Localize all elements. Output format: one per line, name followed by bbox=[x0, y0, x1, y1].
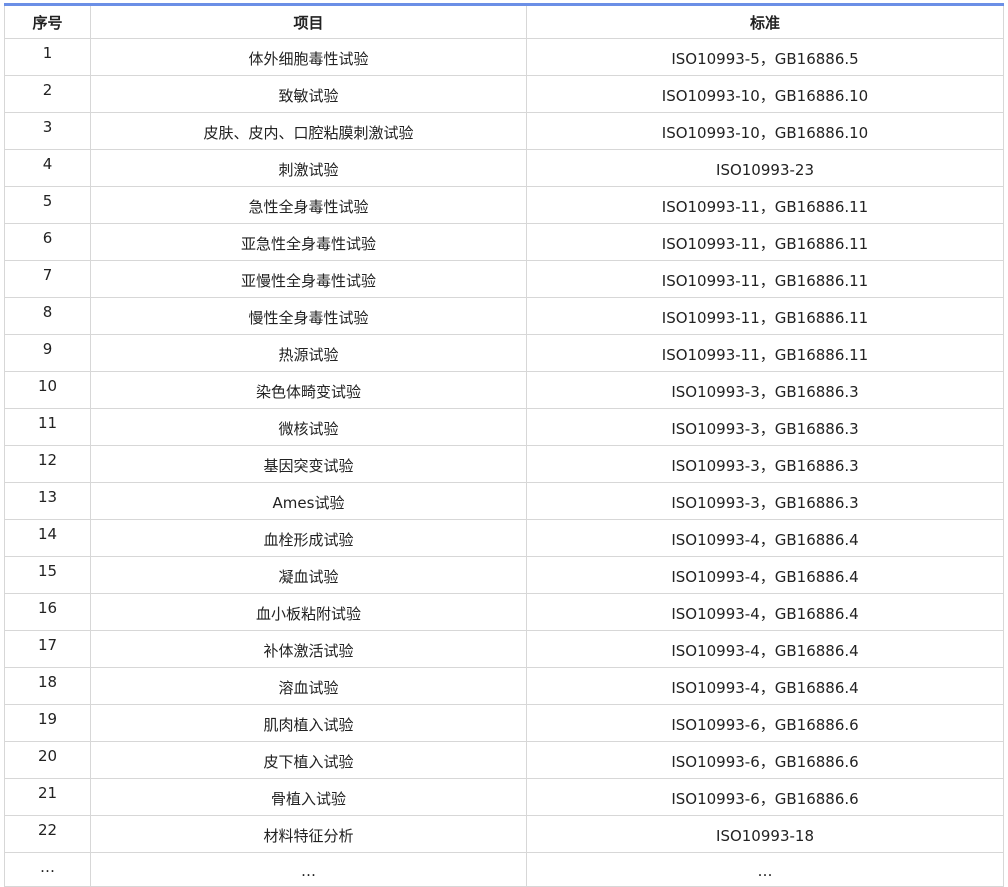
row-item: 慢性全身毒性试验 bbox=[90, 297, 527, 335]
row-standard: ISO10993-4，GB16886.4 bbox=[526, 556, 1004, 594]
row-standard: ISO10993-10，GB16886.10 bbox=[526, 75, 1004, 113]
row-index: 13 bbox=[4, 482, 91, 520]
row-index: 9 bbox=[4, 334, 91, 372]
row-standard: ISO10993-10，GB16886.10 bbox=[526, 112, 1004, 150]
table-row: 12 基因突变试验 ISO10993-3，GB16886.3 bbox=[4, 445, 1004, 483]
row-item: 肌肉植入试验 bbox=[90, 704, 527, 742]
row-standard: ISO10993-6，GB16886.6 bbox=[526, 704, 1004, 742]
table-row: 4 刺激试验 ISO10993-23 bbox=[4, 149, 1004, 187]
row-item: 皮肤、皮内、口腔粘膜刺激试验 bbox=[90, 112, 527, 150]
row-index: 22 bbox=[4, 815, 91, 853]
table-row: 10 染色体畸变试验 ISO10993-3，GB16886.3 bbox=[4, 371, 1004, 409]
row-item: 溶血试验 bbox=[90, 667, 527, 705]
row-standard: ISO10993-4，GB16886.4 bbox=[526, 593, 1004, 631]
row-index: 3 bbox=[4, 112, 91, 150]
row-index: 12 bbox=[4, 445, 91, 483]
standards-table-container: 序号 项目 标准 1 体外细胞毒性试验 ISO10993-5，GB16886.5 2 致… bbox=[4, 3, 1004, 887]
row-index: 2 bbox=[4, 75, 91, 113]
row-item: 补体激活试验 bbox=[90, 630, 527, 668]
row-standard: ISO10993-3，GB16886.3 bbox=[526, 408, 1004, 446]
row-index: 16 bbox=[4, 593, 91, 631]
table-row: 7 亚慢性全身毒性试验 ISO10993-11，GB16886.11 bbox=[4, 260, 1004, 298]
row-item: 刺激试验 bbox=[90, 149, 527, 187]
row-item: 亚慢性全身毒性试验 bbox=[90, 260, 527, 298]
header-item: 项目 bbox=[90, 4, 527, 39]
row-item: 基因突变试验 bbox=[90, 445, 527, 483]
row-index: 6 bbox=[4, 223, 91, 261]
row-standard: ISO10993-3，GB16886.3 bbox=[526, 445, 1004, 483]
row-item: 材料特征分析 bbox=[90, 815, 527, 853]
row-index: 8 bbox=[4, 297, 91, 335]
table-row: 16 血小板粘附试验 ISO10993-4，GB16886.4 bbox=[4, 593, 1004, 631]
table-row: 9 热源试验 ISO10993-11，GB16886.11 bbox=[4, 334, 1004, 372]
row-item: 急性全身毒性试验 bbox=[90, 186, 527, 224]
row-standard: ISO10993-6，GB16886.6 bbox=[526, 778, 1004, 816]
row-index: … bbox=[4, 852, 91, 887]
row-index: 1 bbox=[4, 38, 91, 76]
row-index: 14 bbox=[4, 519, 91, 557]
row-item: 骨植入试验 bbox=[90, 778, 527, 816]
row-item: 亚急性全身毒性试验 bbox=[90, 223, 527, 261]
row-standard: ISO10993-23 bbox=[526, 149, 1004, 187]
row-index: 11 bbox=[4, 408, 91, 446]
row-index: 20 bbox=[4, 741, 91, 779]
table-row: 17 补体激活试验 ISO10993-4，GB16886.4 bbox=[4, 630, 1004, 668]
table-row: 3 皮肤、皮内、口腔粘膜刺激试验 ISO10993-10，GB16886.10 bbox=[4, 112, 1004, 150]
row-item: 致敏试验 bbox=[90, 75, 527, 113]
row-standard: ISO10993-11，GB16886.11 bbox=[526, 223, 1004, 261]
table-row: 5 急性全身毒性试验 ISO10993-11，GB16886.11 bbox=[4, 186, 1004, 224]
row-standard: ISO10993-3，GB16886.3 bbox=[526, 482, 1004, 520]
row-item: Ames试验 bbox=[90, 482, 527, 520]
row-item: 血栓形成试验 bbox=[90, 519, 527, 557]
row-standard: ISO10993-11，GB16886.11 bbox=[526, 297, 1004, 335]
row-item: 染色体畸变试验 bbox=[90, 371, 527, 409]
row-index: 15 bbox=[4, 556, 91, 594]
table-row: 8 慢性全身毒性试验 ISO10993-11，GB16886.11 bbox=[4, 297, 1004, 335]
row-item: … bbox=[90, 852, 527, 887]
row-item: 微核试验 bbox=[90, 408, 527, 446]
table-body: 1 体外细胞毒性试验 ISO10993-5，GB16886.5 2 致敏试验 ISO109… bbox=[4, 38, 1004, 887]
row-item: 血小板粘附试验 bbox=[90, 593, 527, 631]
row-standard: ISO10993-5，GB16886.5 bbox=[526, 38, 1004, 76]
table-row: 22 材料特征分析 ISO10993-18 bbox=[4, 815, 1004, 853]
table-row: 18 溶血试验 ISO10993-4，GB16886.4 bbox=[4, 667, 1004, 705]
row-index: 4 bbox=[4, 149, 91, 187]
table-header-row: 序号 项目 标准 bbox=[4, 4, 1004, 39]
row-index: 10 bbox=[4, 371, 91, 409]
table-row: 11 微核试验 ISO10993-3，GB16886.3 bbox=[4, 408, 1004, 446]
row-index: 19 bbox=[4, 704, 91, 742]
table-row: 21 骨植入试验 ISO10993-6，GB16886.6 bbox=[4, 778, 1004, 816]
row-standard: ISO10993-11，GB16886.11 bbox=[526, 186, 1004, 224]
row-standard: ISO10993-11，GB16886.11 bbox=[526, 260, 1004, 298]
row-standard: … bbox=[526, 852, 1004, 887]
row-standard: ISO10993-18 bbox=[526, 815, 1004, 853]
header-index: 序号 bbox=[4, 4, 91, 39]
table-row: 19 肌肉植入试验 ISO10993-6，GB16886.6 bbox=[4, 704, 1004, 742]
standards-table: 序号 项目 标准 1 体外细胞毒性试验 ISO10993-5，GB16886.5 2 致… bbox=[4, 3, 1004, 887]
row-item: 凝血试验 bbox=[90, 556, 527, 594]
table-row: 6 亚急性全身毒性试验 ISO10993-11，GB16886.11 bbox=[4, 223, 1004, 261]
table-row: 14 血栓形成试验 ISO10993-4，GB16886.4 bbox=[4, 519, 1004, 557]
row-standard: ISO10993-4，GB16886.4 bbox=[526, 667, 1004, 705]
row-item: 体外细胞毒性试验 bbox=[90, 38, 527, 76]
table-row: 20 皮下植入试验 ISO10993-6，GB16886.6 bbox=[4, 741, 1004, 779]
row-standard: ISO10993-11，GB16886.11 bbox=[526, 334, 1004, 372]
row-index: 7 bbox=[4, 260, 91, 298]
row-index: 17 bbox=[4, 630, 91, 668]
row-standard: ISO10993-4，GB16886.4 bbox=[526, 519, 1004, 557]
table-row: 2 致敏试验 ISO10993-10，GB16886.10 bbox=[4, 75, 1004, 113]
table-row: 15 凝血试验 ISO10993-4，GB16886.4 bbox=[4, 556, 1004, 594]
row-index: 21 bbox=[4, 778, 91, 816]
row-index: 18 bbox=[4, 667, 91, 705]
row-standard: ISO10993-6，GB16886.6 bbox=[526, 741, 1004, 779]
table-row: 13 Ames试验 ISO10993-3，GB16886.3 bbox=[4, 482, 1004, 520]
table-row: 1 体外细胞毒性试验 ISO10993-5，GB16886.5 bbox=[4, 38, 1004, 76]
header-standard: 标准 bbox=[526, 4, 1004, 39]
row-index: 5 bbox=[4, 186, 91, 224]
table-row: ……… bbox=[4, 852, 1004, 887]
row-item: 热源试验 bbox=[90, 334, 527, 372]
row-item: 皮下植入试验 bbox=[90, 741, 527, 779]
row-standard: ISO10993-3，GB16886.3 bbox=[526, 371, 1004, 409]
row-standard: ISO10993-4，GB16886.4 bbox=[526, 630, 1004, 668]
